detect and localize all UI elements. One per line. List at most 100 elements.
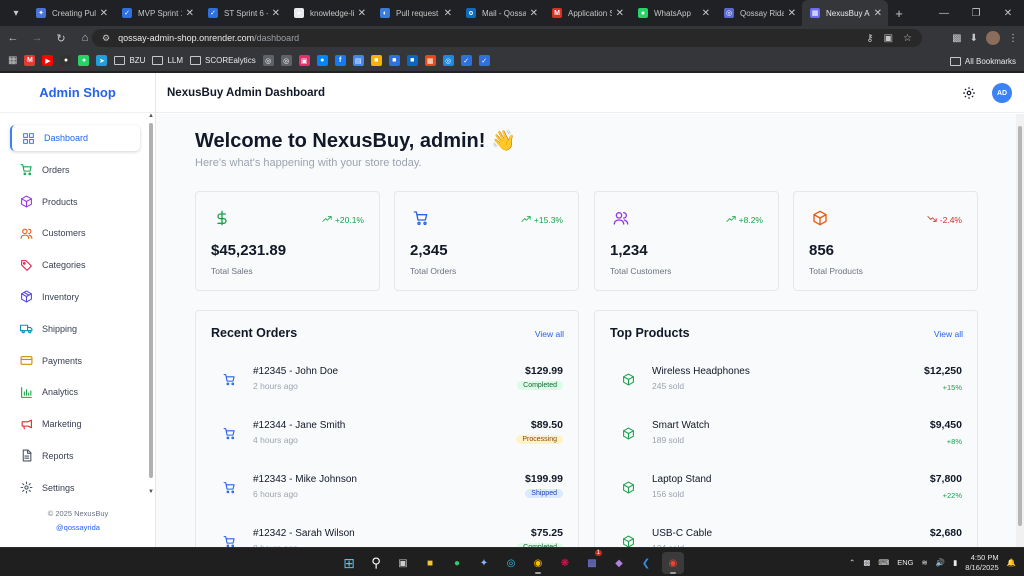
notifications-icon[interactable]: 🔔	[1007, 558, 1016, 567]
visual-studio-icon[interactable]: ◆	[608, 552, 630, 574]
all-bookmarks-button[interactable]: All Bookmarks	[949, 50, 1016, 72]
main-scroll-thumb[interactable]	[1018, 126, 1022, 526]
browser-tab[interactable]: ▦ NexusBuy Ad ✕	[802, 0, 888, 26]
file-explorer-icon[interactable]: ■	[419, 552, 441, 574]
volume-icon[interactable]: 🔊	[936, 558, 945, 567]
reload-icon[interactable]: ↻	[50, 27, 72, 49]
scroll-down-icon[interactable]: ▼	[148, 489, 154, 495]
clock[interactable]: 4:50 PM 8/16/2025	[965, 553, 998, 573]
browser-tab[interactable]: ✦ Creating Pull ✕	[28, 0, 114, 26]
vscode-icon[interactable]: ❮	[635, 552, 657, 574]
main-scrollbar[interactable]	[1016, 114, 1024, 547]
sidebar-item-products[interactable]: Products	[10, 189, 140, 215]
order-row[interactable]: #12343 - Mike Johnson 6 hours ago $199.99 S…	[211, 469, 563, 509]
forward-icon[interactable]: →	[26, 27, 48, 49]
bookmark-item[interactable]: ➤	[96, 55, 108, 66]
recent-orders-view-all-link[interactable]: View all	[535, 329, 564, 339]
site-info-icon[interactable]: ⚙	[102, 33, 110, 44]
bookmark-item[interactable]: ■	[388, 55, 400, 66]
bookmark-item[interactable]: ●	[78, 55, 90, 66]
tab-close-icon[interactable]: ✕	[358, 8, 366, 19]
browser-tab[interactable]: ● WhatsApp ✕	[630, 0, 716, 26]
user-avatar[interactable]: AD	[992, 83, 1012, 103]
windows-start-icon[interactable]: ⊞	[338, 552, 360, 574]
tab-close-icon[interactable]: ✕	[702, 8, 710, 19]
sidebar-item-marketing[interactable]: Marketing	[10, 411, 140, 437]
author-handle[interactable]: @qossayrida	[0, 521, 156, 535]
sidebar-item-orders[interactable]: Orders	[10, 157, 140, 183]
tab-close-icon[interactable]: ✕	[100, 8, 108, 19]
bookmark-item[interactable]: SCOREalytics	[190, 56, 256, 65]
teams-icon[interactable]: ▩ 1	[581, 550, 603, 574]
browser-tab[interactable]: M Application S ✕	[544, 0, 630, 26]
apps-grid-icon[interactable]: ▦	[8, 55, 17, 66]
sidebar-item-inventory[interactable]: Inventory	[10, 284, 140, 310]
password-key-icon[interactable]: ⚷	[866, 33, 873, 44]
profile-avatar[interactable]	[986, 31, 1000, 45]
bookmark-item[interactable]: ●	[60, 55, 72, 66]
search-icon[interactable]: ⚲	[365, 552, 387, 574]
sidebar-item-reports[interactable]: Reports	[10, 443, 140, 469]
address-bar[interactable]: ⚙ qossay-admin-shop.onrender.com/dashboa…	[92, 29, 922, 47]
sidebar-item-shipping[interactable]: Shipping	[10, 316, 140, 342]
product-row[interactable]: Wireless Headphones 245 sold $12,250 +15%	[610, 361, 962, 401]
chrome-taskbar-icon[interactable]: ◉	[527, 552, 549, 574]
restore-icon[interactable]: ❐	[960, 0, 992, 26]
settings-gear-icon[interactable]	[962, 86, 976, 100]
order-row[interactable]: #12345 - John Doe 2 hours ago $129.99 Compl…	[211, 361, 563, 401]
close-window-icon[interactable]: ✕	[992, 0, 1024, 26]
tab-close-icon[interactable]: ✕	[788, 8, 796, 19]
cast-icon[interactable]: ▣	[884, 33, 893, 44]
sidebar-item-dashboard[interactable]: Dashboard	[10, 125, 140, 151]
bookmark-item[interactable]: ▶	[42, 55, 54, 66]
scroll-up-icon[interactable]: ▲	[148, 113, 154, 119]
sidebar-item-analytics[interactable]: Analytics	[10, 379, 140, 405]
bookmark-item[interactable]: ●	[316, 55, 328, 66]
whatsapp-taskbar-icon[interactable]: ●	[446, 552, 468, 574]
tab-close-icon[interactable]: ✕	[272, 8, 280, 19]
bookmark-item[interactable]: BZU	[114, 56, 145, 65]
bookmark-item[interactable]: ■	[406, 55, 418, 66]
copilot-icon[interactable]: ✦	[473, 552, 495, 574]
bookmark-item[interactable]: f	[334, 55, 346, 66]
new-tab-button[interactable]: +	[888, 6, 910, 21]
order-row[interactable]: #12342 - Sarah Wilson8 hours ago$75.25Co…	[211, 523, 563, 547]
browser-tab[interactable]: ✓ MVP Sprint 1 ✕	[114, 0, 200, 26]
battery-icon[interactable]: ▮	[953, 558, 957, 567]
wifi-icon[interactable]: ≋	[922, 558, 928, 567]
minimize-icon[interactable]: —	[928, 0, 960, 26]
language-indicator[interactable]: ENG	[897, 558, 913, 567]
bookmark-item[interactable]: ◎	[442, 55, 454, 66]
tab-close-icon[interactable]: ✕	[186, 8, 194, 19]
tab-close-icon[interactable]: ✕	[616, 8, 624, 19]
bookmark-item[interactable]: ✓	[460, 55, 472, 66]
browser-tab[interactable]: ● knowledge-li ✕	[286, 0, 372, 26]
bookmark-item[interactable]: M	[24, 55, 36, 66]
chrome-menu-icon[interactable]: ⋮	[1008, 33, 1018, 44]
tab-search-chevron-icon[interactable]: ▾	[4, 3, 28, 23]
product-row[interactable]: Smart Watch 189 sold $9,450 +8%	[610, 415, 962, 455]
sidebar-scroll-thumb[interactable]	[149, 123, 153, 478]
product-row[interactable]: USB-C Cable134 sold$2,680+5%	[610, 523, 962, 547]
product-row[interactable]: Laptop Stand 156 sold $7,800 +22%	[610, 469, 962, 509]
browser-tab[interactable]: ◐ Pull request ✕	[372, 0, 458, 26]
chrome-taskbar-icon-2[interactable]: ◉	[662, 552, 684, 574]
downloads-icon[interactable]: ⬇	[970, 33, 978, 44]
task-view-icon[interactable]: ▣	[392, 552, 414, 574]
browser-tab[interactable]: ◎ Qossay Rida ✕	[716, 0, 802, 26]
back-icon[interactable]: ←	[2, 27, 24, 49]
bookmark-item[interactable]: ✓	[478, 55, 490, 66]
top-products-view-all-link[interactable]: View all	[934, 329, 963, 339]
tab-close-icon[interactable]: ✕	[530, 8, 538, 19]
bookmark-item[interactable]: ■	[370, 55, 382, 66]
sidebar-item-settings[interactable]: Settings	[10, 475, 140, 501]
tray-app-icon[interactable]: ▩	[863, 558, 870, 567]
extensions-icon[interactable]: ▩	[952, 33, 961, 44]
sidebar-item-payments[interactable]: Payments	[10, 348, 140, 374]
bookmark-item[interactable]: ◎	[280, 55, 292, 66]
tab-close-icon[interactable]: ✕	[444, 8, 452, 19]
bookmark-item[interactable]: LLM	[152, 56, 183, 65]
browser-tab[interactable]: o Mail - Qossa ✕	[458, 0, 544, 26]
tray-chevron-icon[interactable]: ⌃	[849, 558, 855, 567]
tab-close-icon[interactable]: ✕	[874, 8, 882, 19]
